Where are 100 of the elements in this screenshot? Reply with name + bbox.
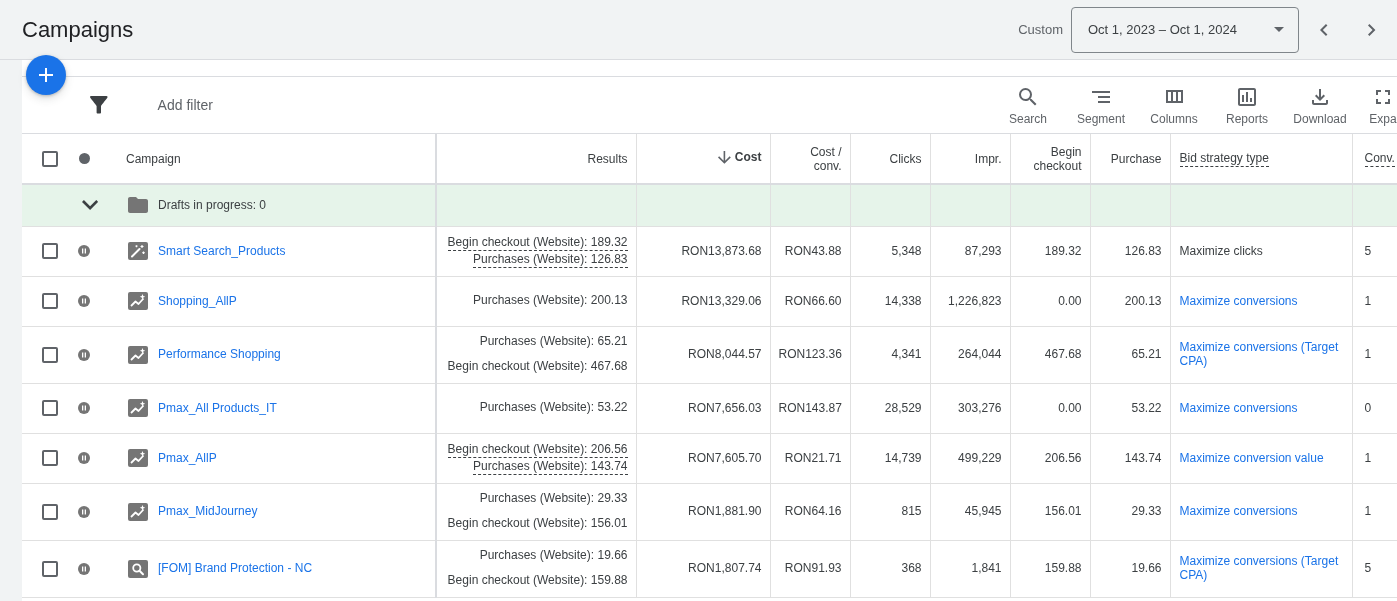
table-cell: 467.68: [1044, 347, 1082, 361]
result-text: Purchases (Website): 143.74: [472, 458, 628, 475]
search-button[interactable]: Search: [996, 77, 1060, 133]
drafts-label: Drafts in progress: 0: [158, 197, 267, 213]
row-checkbox[interactable]: [42, 346, 58, 363]
download-button[interactable]: Download: [1288, 77, 1352, 133]
column-header[interactable]: Purchase: [1110, 151, 1162, 166]
column-header[interactable]: Conv.: [1364, 150, 1395, 167]
campaign-link[interactable]: Pmax_AllP: [158, 450, 217, 466]
select-all-checkbox[interactable]: [42, 150, 58, 167]
pause-icon[interactable]: [78, 348, 90, 361]
column-header[interactable]: Campaign: [126, 151, 181, 166]
column-header[interactable]: Cost: [718, 150, 762, 165]
page-title: Campaigns: [22, 16, 134, 43]
bid-strategy-link[interactable]: Maximize conversions: [1179, 293, 1298, 308]
table-cell: 499,229: [958, 450, 1002, 465]
bar-chart-icon: [1238, 87, 1256, 106]
table-cell: 1,841: [971, 561, 1002, 575]
column-header[interactable]: Cost / conv.: [785, 144, 842, 173]
column-header[interactable]: Clicks: [889, 151, 922, 166]
columns-button[interactable]: Columns: [1142, 77, 1206, 133]
magic-wand-icon: [128, 242, 148, 260]
table-cell: 143.74: [1124, 450, 1162, 465]
table-cell: 815: [901, 504, 922, 518]
row-checkbox[interactable]: [42, 503, 58, 520]
table-cell: 200.13: [1124, 293, 1162, 308]
result-text: Begin checkout (Website): 159.88: [447, 573, 628, 589]
folder-icon: [128, 197, 148, 214]
campaign-link[interactable]: [FOM] Brand Protection - NC: [158, 561, 313, 576]
table-cell: 65.21: [1131, 347, 1162, 361]
result-text: Purchases (Website): 65.21: [479, 334, 628, 350]
table-cell: 1: [1364, 450, 1372, 465]
bid-strategy-link[interactable]: Maximize conversions (Target CPA): [1179, 340, 1344, 368]
column-header[interactable]: Begin checkout: [1025, 144, 1082, 173]
reports-button[interactable]: Reports: [1215, 77, 1279, 133]
result-text: Begin checkout (Website): 156.01: [447, 516, 628, 532]
table-cell: RON7,656.03: [688, 400, 762, 415]
table-cell: 1: [1364, 504, 1372, 518]
fullscreen-icon: [1376, 89, 1390, 104]
table-cell: 29.33: [1131, 504, 1162, 518]
table-cell: RON91.93: [784, 561, 842, 575]
campaign-link[interactable]: Smart Search_Products: [158, 243, 286, 259]
table-cell: 189.32: [1044, 243, 1082, 258]
column-header[interactable]: Impr.: [974, 151, 1002, 166]
table-cell: 14,338: [884, 293, 922, 308]
row-checkbox[interactable]: [42, 560, 58, 577]
search-icon: [1019, 87, 1037, 106]
date-range-dropdown[interactable]: Oct 1, 2023 – Oct 1, 2024: [1071, 6, 1299, 53]
bid-strategy-link[interactable]: Maximize conversions (Target CPA): [1179, 554, 1344, 582]
bid-strategy-link[interactable]: Maximize conversions: [1179, 504, 1298, 518]
search-icon: [128, 559, 148, 578]
table-cell: 303,276: [958, 400, 1002, 415]
bid-strategy-link[interactable]: Maximize conversion value: [1179, 450, 1324, 465]
table-cell: 5: [1364, 243, 1372, 258]
chevron-down-icon[interactable]: [82, 200, 99, 211]
table-cell: RON8,044.57: [688, 347, 762, 361]
pause-icon[interactable]: [78, 402, 90, 414]
segment-button[interactable]: Segment: [1069, 77, 1133, 133]
campaign-link[interactable]: Pmax_MidJourney: [158, 504, 258, 519]
result-text: Purchases (Website): 29.33: [479, 491, 628, 507]
table-cell: 45,945: [964, 504, 1002, 518]
table-cell: 126.83: [1124, 243, 1162, 258]
row-checkbox[interactable]: [42, 243, 58, 259]
result-text: Begin checkout (Website): 189.32: [447, 234, 628, 251]
table-cell: 53.22: [1131, 400, 1162, 415]
bid-strategy-text: Maximize clicks: [1179, 243, 1263, 258]
campaign-link[interactable]: Pmax_All Products_IT: [158, 400, 277, 416]
result-text: Begin checkout (Website): 467.68: [447, 359, 628, 375]
table-cell: 368: [901, 561, 922, 575]
table-cell: 0.00: [1058, 293, 1082, 308]
pause-icon[interactable]: [78, 505, 90, 518]
table-cell: 5,348: [891, 243, 922, 258]
columns-icon: [1165, 90, 1183, 103]
table-cell: 14,739: [884, 450, 922, 465]
plus-icon: [39, 68, 53, 82]
table-cell: RON1,807.74: [688, 561, 762, 575]
pause-icon[interactable]: [78, 562, 90, 575]
result-text: Purchases (Website): 19.66: [479, 548, 628, 564]
caret-icon: [1274, 27, 1284, 32]
chevron-left-icon: [1320, 23, 1328, 36]
table-cell: RON21.71: [784, 450, 842, 465]
row-checkbox[interactable]: [42, 293, 58, 309]
table-cell: RON1,881.90: [688, 504, 762, 518]
pause-icon[interactable]: [78, 245, 90, 257]
campaign-link[interactable]: Shopping_AllP: [158, 293, 237, 309]
column-header[interactable]: Bid strategy type: [1179, 150, 1269, 167]
date-range-label: Custom: [1018, 22, 1063, 37]
add-filter-button[interactable]: Add filter: [157, 97, 213, 113]
expand-button[interactable]: Expa: [1369, 77, 1397, 133]
row-checkbox[interactable]: [42, 400, 58, 416]
filter-icon: [90, 96, 108, 114]
column-header[interactable]: Results: [587, 151, 628, 166]
table-cell: 156.01: [1044, 504, 1082, 518]
pause-icon[interactable]: [78, 452, 90, 464]
row-checkbox[interactable]: [42, 450, 58, 466]
pause-icon[interactable]: [78, 295, 90, 307]
bid-strategy-link[interactable]: Maximize conversions: [1179, 400, 1298, 415]
campaign-link[interactable]: Performance Shopping: [158, 347, 281, 362]
lines-icon: [1092, 90, 1110, 103]
table-cell: RON13,329.06: [681, 293, 762, 308]
